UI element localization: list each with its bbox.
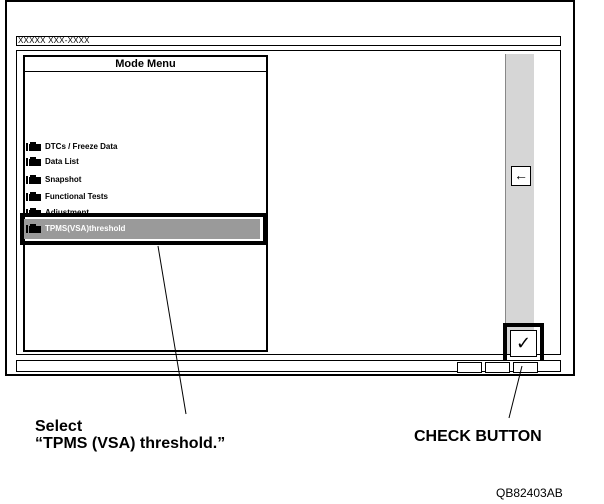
figure-code: QB82403AB xyxy=(496,486,563,500)
select-callout-line2: “TPMS (VSA) threshold.” xyxy=(35,435,226,452)
select-callout-line1: Select xyxy=(35,418,83,435)
check-callout-line xyxy=(508,365,523,419)
check-button-callout: CHECK BUTTON xyxy=(414,428,542,445)
select-callout-line xyxy=(157,245,187,415)
